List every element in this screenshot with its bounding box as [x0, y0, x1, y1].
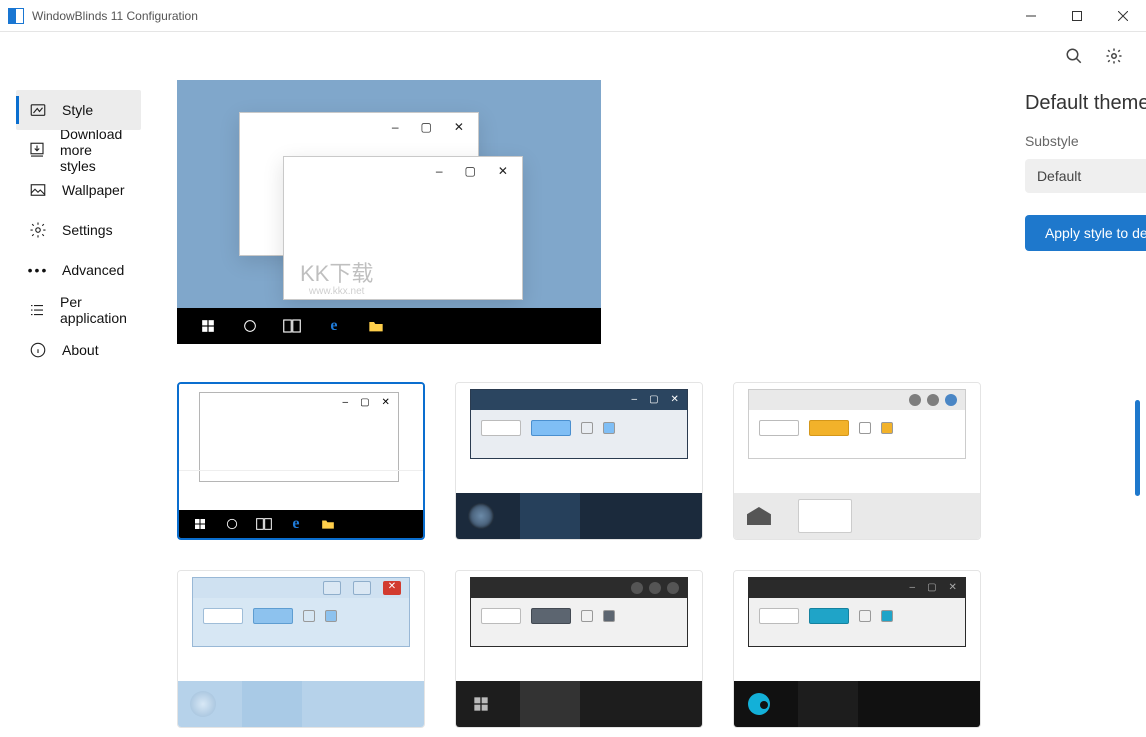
theme-thumb-darkblue[interactable]: –▢✕ [455, 382, 703, 540]
titlebar: WindowBlinds 11 Configuration [0, 0, 1146, 32]
search-icon[interactable] [1062, 44, 1086, 68]
sidebar-item-download[interactable]: Download more styles [16, 130, 141, 170]
wallpaper-icon [28, 180, 48, 200]
scrollbar-thumb[interactable] [1135, 400, 1140, 496]
style-icon [28, 100, 48, 120]
preview-taskbar: e [177, 308, 601, 344]
sidebar-item-label: Advanced [62, 262, 124, 278]
explorer-icon [367, 317, 385, 335]
sidebar-item-label: Wallpaper [62, 182, 125, 198]
sidebar-item-label: About [62, 342, 99, 358]
download-icon [28, 140, 46, 160]
sidebar-item-label: Settings [62, 222, 113, 238]
maximize-button[interactable] [1054, 0, 1100, 32]
sidebar-item-style[interactable]: Style [16, 90, 141, 130]
sidebar-item-per-application[interactable]: Per application [16, 290, 141, 330]
apply-button[interactable]: Apply style to desktop [1025, 215, 1146, 251]
sidebar-item-label: Per application [60, 294, 129, 326]
taskview-icon [283, 317, 301, 335]
theme-name: Default theme [1025, 92, 1146, 115]
theme-thumb-default[interactable]: –▢✕ e [177, 382, 425, 540]
substyle-label: Substyle [1025, 133, 1146, 149]
cortana-icon [241, 317, 259, 335]
close-button[interactable] [1100, 0, 1146, 32]
theme-thumb-graphite[interactable] [455, 570, 703, 728]
sidebar-item-label: Download more styles [60, 126, 129, 174]
theme-thumb-luna[interactable]: ✕ [177, 570, 425, 728]
gear-icon[interactable] [1102, 44, 1126, 68]
edge-icon: e [325, 317, 343, 335]
substyle-select[interactable]: Default [1025, 159, 1146, 193]
toolbar [0, 32, 1146, 80]
sidebar-item-settings[interactable]: Settings [16, 210, 141, 250]
theme-thumb-whitegold[interactable] [733, 382, 981, 540]
sidebar-item-wallpaper[interactable]: Wallpaper [16, 170, 141, 210]
theme-title: Default theme by Microsoft [1025, 92, 1146, 115]
theme-preview: –▢✕ –▢✕ e [177, 80, 601, 344]
substyle-value: Default [1037, 168, 1081, 184]
settings-icon [28, 220, 48, 240]
theme-thumb-darkflat[interactable]: –▢✕ [733, 570, 981, 728]
list-icon [28, 300, 46, 320]
app-icon [8, 8, 24, 24]
sidebar: Style Download more styles Wallpaper Set… [0, 80, 157, 737]
window-title: WindowBlinds 11 Configuration [32, 9, 198, 23]
start-icon [199, 317, 217, 335]
info-icon [28, 340, 48, 360]
sidebar-item-advanced[interactable]: ••• Advanced [16, 250, 141, 290]
advanced-icon: ••• [28, 260, 48, 280]
sidebar-item-about[interactable]: About [16, 330, 141, 370]
preview-window-front: –▢✕ [283, 156, 523, 300]
sidebar-item-label: Style [62, 102, 93, 118]
theme-gallery: –▢✕ e [177, 382, 989, 728]
minimize-button[interactable] [1008, 0, 1054, 32]
